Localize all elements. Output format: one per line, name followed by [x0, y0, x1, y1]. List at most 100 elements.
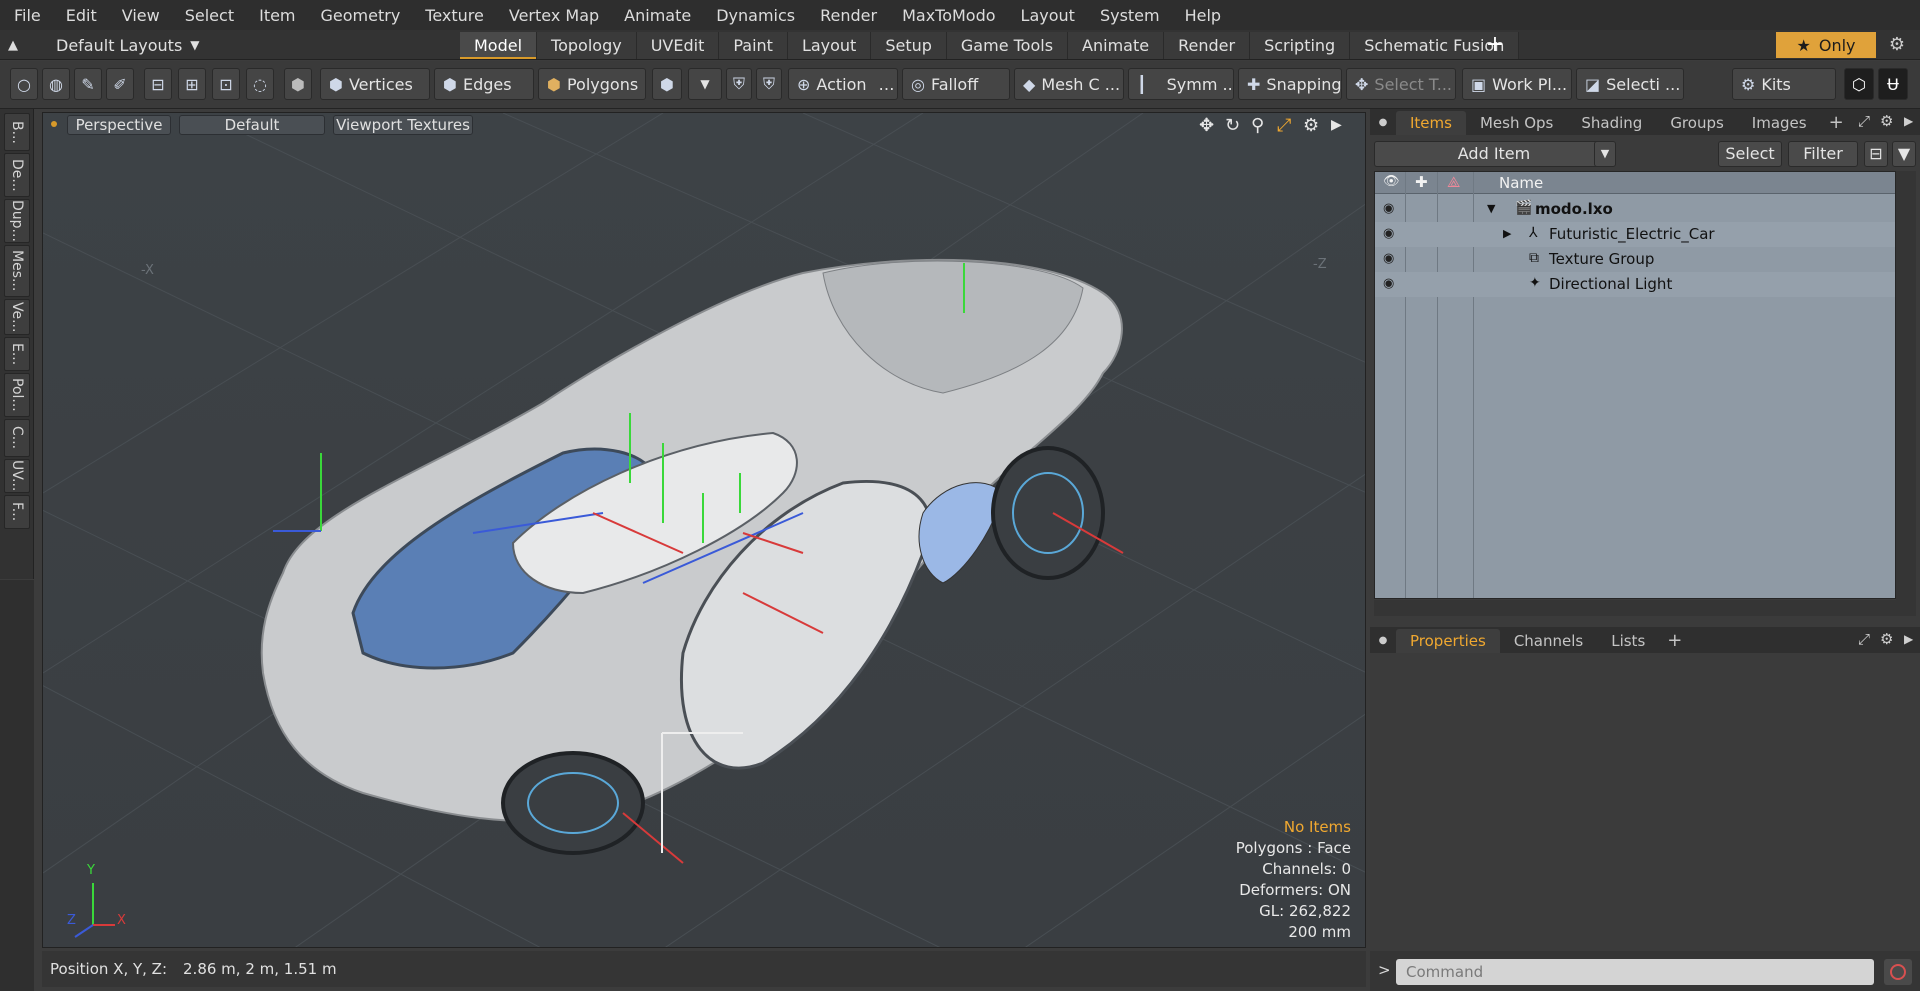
globe-icon[interactable]: ◍	[42, 68, 70, 100]
grid-icon[interactable]: ⊞	[178, 68, 206, 100]
only-button[interactable]: ★ Only	[1776, 32, 1876, 58]
tab-layout[interactable]: Layout	[787, 32, 872, 59]
menu-render[interactable]: Render	[806, 6, 888, 25]
collapse-all-icon[interactable]: ⊟	[1864, 141, 1888, 167]
tab-scripting[interactable]: Scripting	[1250, 32, 1351, 59]
record-macro-icon[interactable]	[1884, 959, 1912, 985]
funnel-icon[interactable]: ▼	[1892, 141, 1916, 167]
menu-texture[interactable]: Texture	[411, 6, 495, 25]
visibility-eye-icon[interactable]: ◉	[1383, 226, 1394, 241]
menu-vertex-map[interactable]: Vertex Map	[495, 6, 610, 25]
kits-button[interactable]: ⚙ Kits	[1732, 68, 1836, 100]
lasso-icon[interactable]: ◌	[246, 68, 274, 100]
material-mode-icon[interactable]: ⬢	[652, 68, 682, 100]
menu-help[interactable]: Help	[1171, 6, 1232, 25]
menu-geometry[interactable]: Geometry	[307, 6, 412, 25]
viewport-menu-dot-icon[interactable]	[51, 121, 57, 127]
tab-animate[interactable]: Animate	[1068, 32, 1165, 59]
shading-button[interactable]: Default	[179, 115, 325, 135]
expanded-arrow-icon[interactable]: ▼	[1487, 202, 1495, 215]
layout-selector[interactable]: ▲ Default Layouts ▼	[8, 30, 200, 60]
unity-icon[interactable]: ⬡	[1844, 68, 1874, 100]
shield-icon[interactable]: ⛨	[726, 68, 752, 100]
collapse-icon[interactable]: ▲	[8, 38, 18, 53]
edges-button[interactable]: ⬢ Edges	[434, 68, 534, 100]
frame-icon[interactable]: ⊡	[212, 68, 240, 100]
vertices-button[interactable]: ⬢ Vertices	[320, 68, 430, 100]
circle-select-icon[interactable]: ○	[10, 68, 38, 100]
palette-tab-2[interactable]: Dup...	[4, 199, 30, 243]
menu-dynamics[interactable]: Dynamics	[702, 6, 806, 25]
mesh-constraint-button[interactable]: ◆ Mesh C ...	[1014, 68, 1124, 100]
name-column-header[interactable]: Name	[1499, 174, 1543, 192]
props-gear-icon[interactable]: ⚙	[1880, 630, 1893, 648]
pan-icon[interactable]: ✥	[1199, 115, 1214, 136]
tab-lists[interactable]: Lists	[1597, 629, 1659, 653]
item-list-hscrollbar[interactable]	[1374, 600, 1896, 616]
rotate-icon[interactable]: ↻	[1225, 115, 1240, 136]
tab-game-tools[interactable]: Game Tools	[946, 32, 1069, 59]
visibility-eye-icon[interactable]: ◉	[1383, 276, 1394, 291]
props-arrow-icon[interactable]: ▶	[1904, 632, 1913, 646]
item-row[interactable]: ◉ ▶ ⅄ Futuristic_Electric_Car	[1375, 222, 1895, 247]
snapping-button[interactable]: ✚ Snapping	[1238, 68, 1342, 100]
panel-gear-icon[interactable]: ⚙	[1880, 112, 1893, 130]
menu-layout[interactable]: Layout	[1007, 6, 1086, 25]
add-panel-tab-button[interactable]: +	[1659, 629, 1690, 653]
tab-setup[interactable]: Setup	[871, 32, 947, 59]
panel-arrow-icon[interactable]: ▶	[1904, 114, 1913, 128]
menu-maxtomodo[interactable]: MaxToModo	[888, 6, 1006, 25]
selection-sets-button[interactable]: ◪ Selecti ...	[1576, 68, 1684, 100]
props-maximize-icon[interactable]: ⤢	[1858, 630, 1870, 648]
visibility-eye-icon[interactable]: ◉	[1383, 251, 1394, 266]
item-row[interactable]: ◉ ⧉ Texture Group	[1375, 247, 1895, 272]
tab-shading[interactable]: Shading	[1567, 111, 1656, 135]
item-list-vscrollbar[interactable]	[1896, 171, 1916, 616]
symmetry-button[interactable]: ┃ Symm ...	[1128, 68, 1234, 100]
props-menu-dot-icon[interactable]: ●	[1370, 629, 1396, 653]
command-input[interactable]: Command	[1396, 959, 1874, 985]
tab-images[interactable]: Images	[1738, 111, 1821, 135]
palette-tab-3[interactable]: Mes...	[4, 245, 30, 297]
polygons-button[interactable]: ⬢ Polygons	[538, 68, 646, 100]
shield-alt-icon[interactable]: ⛨	[756, 68, 782, 100]
viewport-textures-button[interactable]: Viewport Textures	[333, 115, 473, 135]
tab-groups[interactable]: Groups	[1656, 111, 1737, 135]
item-row[interactable]: ◉ ✦ Directional Light	[1375, 272, 1895, 297]
falloff-button[interactable]: ◎ Falloff	[902, 68, 1010, 100]
add-item-button[interactable]: Add Item	[1374, 141, 1614, 167]
expand-arrow-icon[interactable]: ▶	[1503, 227, 1511, 240]
unreal-icon[interactable]: Ʉ	[1878, 68, 1908, 100]
palette-tab-9[interactable]: F...	[4, 495, 30, 529]
add-tab-button[interactable]: +	[1480, 30, 1510, 60]
menu-animate[interactable]: Animate	[610, 6, 702, 25]
expand-arrow-icon[interactable]: ▶	[1331, 117, 1342, 133]
palette-tab-1[interactable]: De...	[4, 153, 30, 197]
tab-paint[interactable]: Paint	[719, 32, 788, 59]
maximize-icon[interactable]: ⤢	[1277, 115, 1291, 136]
zoom-icon[interactable]: ⚲	[1251, 115, 1264, 136]
select-through-button[interactable]: ✥ Select T...	[1346, 68, 1456, 100]
workplane-button[interactable]: ▣ Work Pl...	[1462, 68, 1572, 100]
menu-view[interactable]: View	[108, 6, 171, 25]
dropdown-icon[interactable]: ▼	[688, 68, 722, 100]
loop-icon[interactable]: ⊟	[144, 68, 172, 100]
tab-model[interactable]: Model	[460, 32, 538, 59]
item-mode-icon[interactable]: ⬢	[284, 68, 312, 100]
menu-file[interactable]: File	[0, 6, 52, 25]
tab-topology[interactable]: Topology	[537, 32, 637, 59]
tab-properties[interactable]: Properties	[1396, 629, 1500, 653]
menu-item[interactable]: Item	[245, 6, 306, 25]
perspective-button[interactable]: Perspective	[67, 115, 171, 135]
3d-viewport[interactable]: -X -Z Y X Z Perspective Default Viewport…	[42, 112, 1366, 948]
tab-mesh-ops[interactable]: Mesh Ops	[1466, 111, 1567, 135]
add-panel-tab-button[interactable]: +	[1821, 111, 1852, 135]
palette-tab-6[interactable]: Pol...	[4, 373, 30, 417]
pen-icon[interactable]: ✎	[74, 68, 102, 100]
panel-maximize-icon[interactable]: ⤢	[1858, 112, 1870, 130]
add-item-dropdown-icon[interactable]: ▼	[1594, 141, 1616, 167]
action-center-button[interactable]: ⊕ Action…	[788, 68, 898, 100]
item-row[interactable]: ◉ ▼ 🎬 modo.lxo	[1375, 197, 1895, 222]
palette-tab-8[interactable]: UV...	[4, 459, 30, 493]
palette-tab-5[interactable]: E...	[4, 337, 30, 371]
